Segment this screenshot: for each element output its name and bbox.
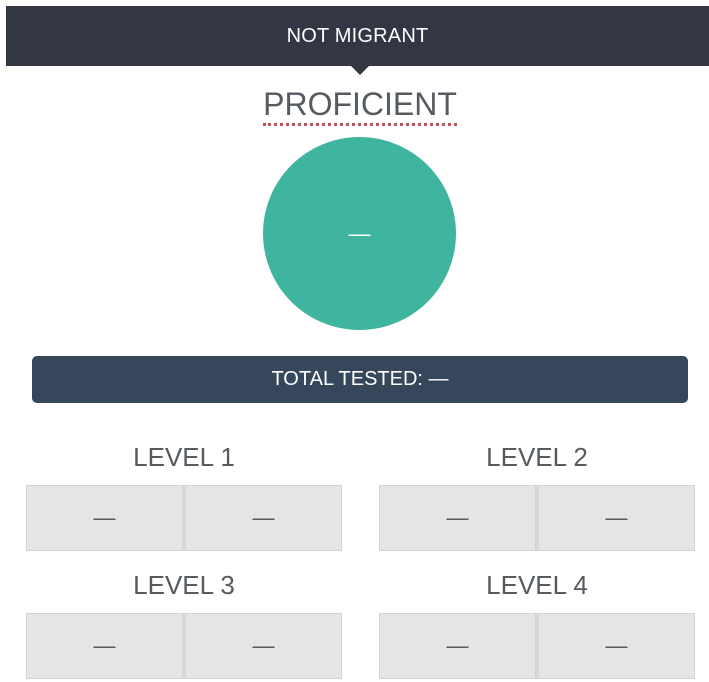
level-3-title: LEVEL 3 [133, 570, 235, 600]
level-2-title: LEVEL 2 [486, 442, 588, 472]
level-4-count: — [379, 613, 536, 679]
proficient-label: PROFICIENT [263, 86, 457, 126]
proficient-value: — [348, 220, 371, 246]
level-1-percent: — [183, 485, 342, 551]
level-2-box: — — [379, 485, 695, 551]
level-2-count: — [379, 485, 536, 551]
level-4-box: — — [379, 613, 695, 679]
level-4-title: LEVEL 4 [486, 570, 588, 600]
group-header-label: NOT MIGRANT [286, 24, 429, 47]
level-3-percent: — [183, 613, 342, 679]
header-pointer [351, 66, 369, 75]
total-tested-label: TOTAL TESTED: — [271, 368, 449, 390]
level-1-count: — [26, 485, 183, 551]
group-header: NOT MIGRANT [6, 6, 709, 66]
total-tested-bar: TOTAL TESTED: — [32, 356, 688, 403]
proficient-title: PROFICIENT [0, 84, 709, 126]
proficient-circle: — [263, 137, 456, 330]
level-4-percent: — [536, 613, 695, 679]
level-2-percent: — [536, 485, 695, 551]
level-1-box: — — [26, 485, 342, 551]
level-3-box: — — [26, 613, 342, 679]
level-3-count: — [26, 613, 183, 679]
level-1-title: LEVEL 1 [133, 442, 235, 472]
